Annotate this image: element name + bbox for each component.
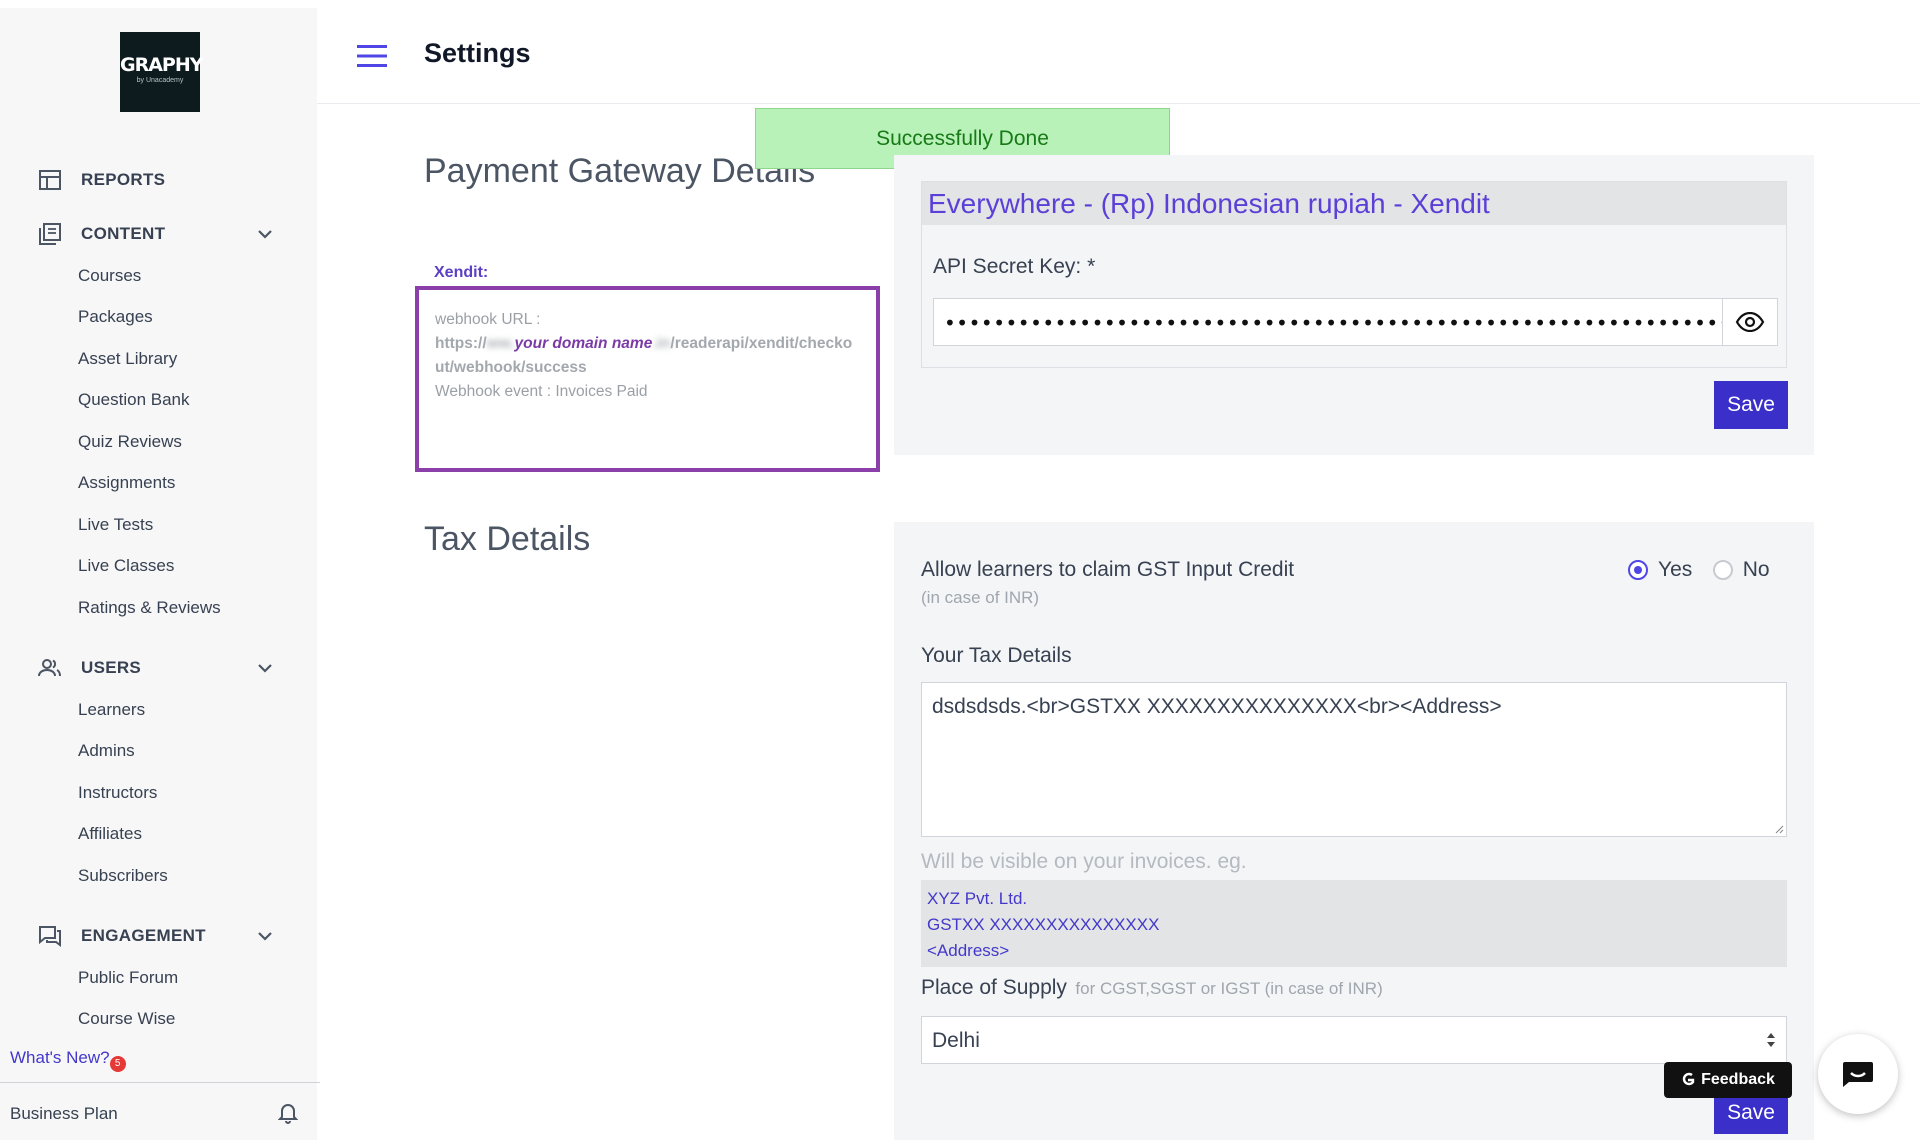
hamburger-menu-icon[interactable] xyxy=(357,44,387,68)
notification-badge: 5 xyxy=(109,1056,126,1072)
eye-icon[interactable] xyxy=(1723,298,1778,346)
webhook-url-label: webhook URL : xyxy=(435,311,541,328)
sidebar-subitem[interactable]: Asset Library xyxy=(78,349,177,369)
save-tax-button[interactable]: Save xyxy=(1714,1092,1788,1134)
radio-yes[interactable]: Yes xyxy=(1628,558,1692,582)
sidebar-subitem[interactable]: Instructors xyxy=(78,783,157,803)
place-of-supply-label: Place of Supply xyxy=(921,976,1067,999)
resize-handle-icon[interactable] xyxy=(1774,824,1784,834)
users-icon xyxy=(36,654,64,682)
gst-radio-group: Yes No xyxy=(1628,558,1770,585)
sidebar-subitem[interactable]: Affiliates xyxy=(78,824,142,844)
sidebar-item-engagement[interactable]: ENGAGEMENT xyxy=(36,921,276,951)
visible-note: Will be visible on your invoices. eg. xyxy=(921,850,1247,873)
chevron-down-icon[interactable] xyxy=(254,223,276,245)
sidebar-item-label: CONTENT xyxy=(81,224,166,243)
chevron-down-icon[interactable] xyxy=(254,925,276,947)
api-key-row: ••••••••••••••••••••••••••••••••••••••••… xyxy=(933,298,1778,346)
gst-question: Allow learners to claim GST Input Credit xyxy=(921,558,1295,581)
sidebar-subitem[interactable]: Quiz Reviews xyxy=(78,432,182,452)
select-arrows-icon xyxy=(1767,1033,1775,1047)
graphy-logo[interactable]: GRAPHY by Unacademy xyxy=(120,32,204,112)
sidebar-subitem[interactable]: Public Forum xyxy=(78,968,178,988)
chat-icon xyxy=(1843,1062,1873,1087)
chat-bubbles-icon xyxy=(36,922,64,950)
feedback-button[interactable]: Feedback xyxy=(1664,1062,1792,1098)
sidebar-subitem[interactable]: Course Wise xyxy=(78,1009,175,1029)
sidebar-subitem[interactable]: Admins xyxy=(78,741,135,761)
sidebar-subitem[interactable]: Courses xyxy=(78,266,141,286)
top-bar: Settings xyxy=(317,0,1920,104)
tax-details-card: Allow learners to claim GST Input Credit… xyxy=(894,522,1814,1140)
gateway-block: Everywhere - (Rp) Indonesian rupiah - Xe… xyxy=(921,181,1787,368)
sidebar-item-label: REPORTS xyxy=(81,170,166,189)
gateway-title: Everywhere - (Rp) Indonesian rupiah - Xe… xyxy=(922,182,1786,225)
sidebar-subitem[interactable]: Assignments xyxy=(78,473,175,493)
webhook-url: https://ww.your domain name.in/readerapi… xyxy=(435,335,853,376)
sidebar-divider xyxy=(0,1082,320,1083)
api-secret-key-input[interactable]: ••••••••••••••••••••••••••••••••••••••••… xyxy=(933,298,1723,346)
sidebar-subitem[interactable]: Ratings & Reviews xyxy=(78,598,221,618)
chat-widget-button[interactable] xyxy=(1818,1034,1898,1114)
place-of-supply-select[interactable]: Delhi xyxy=(921,1016,1787,1064)
api-key-label: API Secret Key: * xyxy=(933,255,1096,278)
radio-checked-icon xyxy=(1628,560,1648,580)
gst-note: (in case of INR) xyxy=(921,588,1040,607)
radio-unchecked-icon xyxy=(1712,560,1733,580)
page-title: Settings xyxy=(424,38,531,68)
sidebar-subitem[interactable]: Live Classes xyxy=(78,556,174,576)
business-plan-label: Business Plan xyxy=(10,1104,118,1123)
place-of-supply-note: for CGST,SGST or IGST (in case of INR) xyxy=(1075,979,1383,998)
tax-section-title: Tax Details xyxy=(424,520,591,558)
sidebar-item-users[interactable]: USERS xyxy=(36,653,276,683)
your-tax-label: Your Tax Details xyxy=(921,644,1072,667)
sidebar-subitem[interactable]: Question Bank xyxy=(78,390,190,410)
sidebar-subitem[interactable]: Learners xyxy=(78,700,145,720)
sidebar-item-label: ENGAGEMENT xyxy=(81,926,206,945)
chevron-down-icon[interactable] xyxy=(254,657,276,679)
sidebar-item-content[interactable]: CONTENT xyxy=(36,219,276,249)
sidebar-item-reports[interactable]: REPORTS xyxy=(36,165,276,195)
save-payment-button[interactable]: Save xyxy=(1714,381,1788,429)
sidebar: GRAPHY by Unacademy REPORTS CONTENT Cour… xyxy=(0,8,320,1140)
sidebar-subitem[interactable]: Subscribers xyxy=(78,866,168,886)
tax-example-box: XYZ Pvt. Ltd. GSTXX XXXXXXXXXXXXXXX <Add… xyxy=(921,880,1787,967)
radio-no[interactable]: No xyxy=(1712,558,1770,582)
table-icon xyxy=(36,166,64,194)
graphy-g-icon xyxy=(1682,1072,1695,1086)
payment-gateway-card: Everywhere - (Rp) Indonesian rupiah - Xe… xyxy=(894,155,1814,455)
place-of-supply-row: Place of Supply for CGST,SGST or IGST (i… xyxy=(921,976,1383,1000)
sidebar-subitem[interactable]: Live Tests xyxy=(78,515,153,535)
whats-new-link[interactable]: What's New? 5 xyxy=(10,1048,126,1072)
sidebar-subitem[interactable]: Packages xyxy=(78,307,153,327)
sidebar-item-label: USERS xyxy=(81,658,142,677)
webhook-event: Webhook event : Invoices Paid xyxy=(435,383,648,400)
xendit-label: Xendit: xyxy=(434,264,489,281)
content-icon xyxy=(36,220,64,248)
webhook-info-box: webhook URL : https://ww.your domain nam… xyxy=(415,286,880,472)
bell-icon[interactable] xyxy=(277,1102,300,1124)
tax-details-textarea[interactable]: dsdsdsds.<br>GSTXX XXXXXXXXXXXXXXX<br><A… xyxy=(921,682,1787,837)
